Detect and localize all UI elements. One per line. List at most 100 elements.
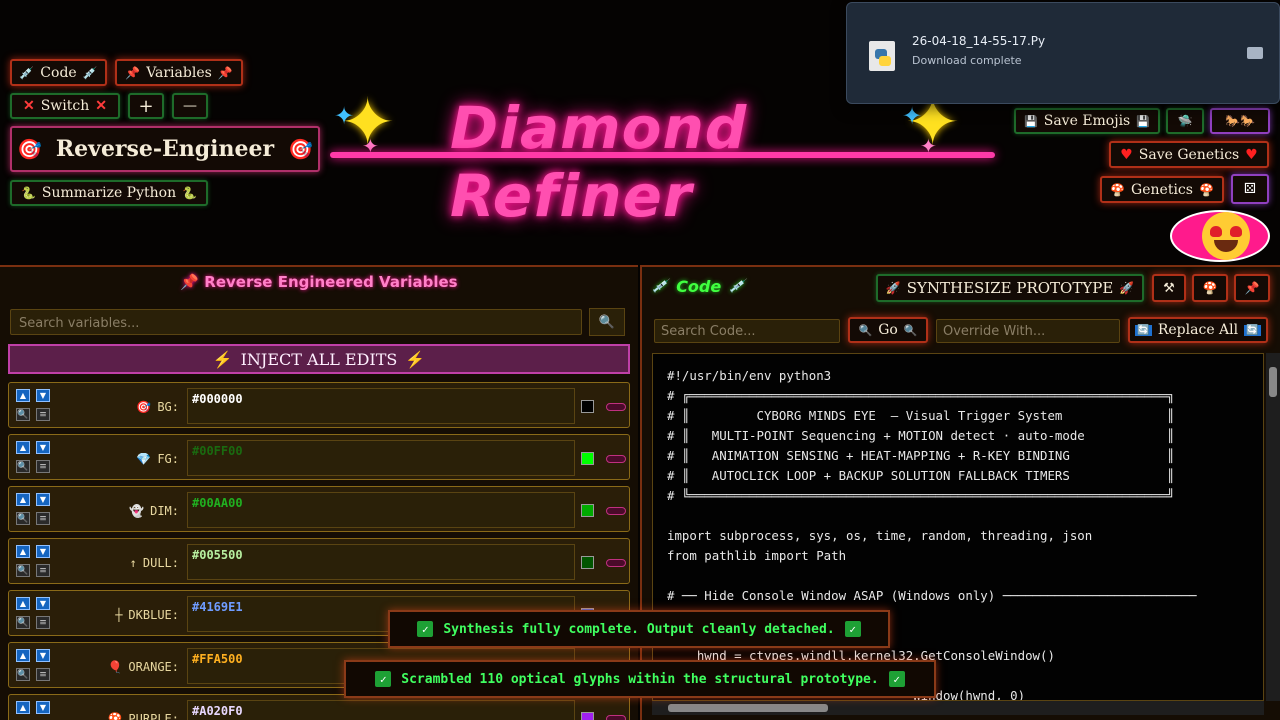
move-up-icon[interactable]: ▲ [16, 701, 30, 714]
scroll-thumb[interactable] [668, 704, 828, 712]
variable-name: BG: [157, 400, 179, 414]
color-swatch[interactable] [581, 712, 594, 720]
variables-panel-header: 📌 Reverse Engineered Variables [0, 273, 638, 291]
toggle-pill[interactable] [606, 403, 626, 411]
variables-tab-button[interactable]: 📌 Variables 📌 [115, 59, 243, 86]
search-icon[interactable]: 🔍 [16, 512, 30, 525]
color-swatch[interactable] [581, 400, 594, 413]
variable-value-input[interactable]: #00FF00 [187, 440, 575, 476]
dice-button[interactable]: ⚄ [1231, 174, 1269, 204]
search-icon[interactable]: 🔍 [16, 616, 30, 629]
diamond-icon: 💎 [136, 452, 152, 466]
snake-icon: 🐍 [20, 186, 36, 200]
variable-row: ▲ ▼ 🔍 ≡ ↑ DULL: #005500 [8, 538, 630, 584]
sparkle-small-icon: ✦ [334, 102, 355, 130]
code-tab-button[interactable]: 💉 Code 💉 [10, 59, 107, 86]
variable-label: 👻 DIM: [129, 504, 179, 518]
color-swatch[interactable] [581, 452, 594, 465]
ghost-icon: 👻 [129, 504, 145, 518]
move-up-icon[interactable]: ▲ [16, 389, 30, 402]
override-input[interactable]: Override With... [936, 319, 1120, 343]
code-search-input[interactable]: Search Code... [654, 319, 840, 343]
reverse-engineer-button[interactable]: 🎯 Reverse-Engineer 🎯 [10, 126, 320, 172]
magnifier-icon: 🔍 [598, 314, 616, 330]
ufo-button[interactable]: 🛸 [1166, 108, 1204, 134]
target-icon: 🎯 [288, 137, 314, 161]
move-up-icon[interactable]: ▲ [16, 649, 30, 662]
move-up-icon[interactable]: ▲ [16, 545, 30, 558]
horse-button[interactable]: 🐎🐎 [1210, 108, 1270, 134]
variable-value-input[interactable]: #00AA00 [187, 492, 575, 528]
toggle-pill[interactable] [606, 455, 626, 463]
move-down-icon[interactable]: ▼ [36, 701, 50, 714]
minus-button[interactable]: — [172, 93, 208, 119]
code-vertical-scrollbar[interactable] [1266, 353, 1280, 701]
heart-eye-left [1210, 226, 1222, 237]
move-down-icon[interactable]: ▼ [36, 441, 50, 454]
code-horizontal-scrollbar[interactable] [652, 701, 1264, 715]
heart-eyes-emoji[interactable] [1170, 210, 1270, 262]
move-up-icon[interactable]: ▲ [16, 441, 30, 454]
floppy-icon: 💾 [1136, 114, 1150, 128]
color-swatch[interactable] [581, 504, 594, 517]
download-notification[interactable]: 26-04-18_14-55-17.Py Download complete [846, 2, 1280, 104]
save-emojis-button[interactable]: 💾 Save Emojis 💾 [1014, 108, 1160, 134]
code-line: # ╔═════════════════════════════════════… [667, 388, 1175, 403]
scroll-thumb[interactable] [1269, 367, 1277, 397]
code-editor[interactable]: #!/usr/bin/env python3 # ╔═══════════════… [652, 353, 1264, 701]
variables-search-button[interactable]: 🔍 [589, 308, 625, 336]
move-down-icon[interactable]: ▼ [36, 649, 50, 662]
synthesize-prototype-button[interactable]: 🚀 SYNTHESIZE PROTOTYPE 🚀 [876, 274, 1144, 302]
inject-all-edits-button[interactable]: ⚡ INJECT ALL EDITS ⚡ [8, 344, 630, 374]
search-icon[interactable]: 🔍 [16, 408, 30, 421]
menu-icon[interactable]: ≡ [36, 512, 50, 525]
lightning-icon: ⚡ [212, 349, 233, 369]
search-icon[interactable]: 🔍 [16, 564, 30, 577]
move-down-icon[interactable]: ▼ [36, 545, 50, 558]
code-line: # ╚═════════════════════════════════════… [667, 488, 1175, 503]
heart-eye-right [1230, 226, 1242, 237]
pin-button[interactable]: 📌 [1234, 274, 1270, 302]
tools-button[interactable]: ⚒ [1152, 274, 1186, 302]
menu-icon[interactable]: ≡ [36, 668, 50, 681]
move-up-icon[interactable]: ▲ [16, 597, 30, 610]
save-genetics-button[interactable]: ♥ Save Genetics ♥ [1109, 141, 1269, 168]
toggle-pill[interactable] [606, 507, 626, 515]
variable-label: 🎯 BG: [136, 400, 179, 414]
cross-icon: ✕ [95, 98, 107, 114]
move-down-icon[interactable]: ▼ [36, 389, 50, 402]
move-down-icon[interactable]: ▼ [36, 597, 50, 610]
menu-icon[interactable]: ≡ [36, 460, 50, 473]
switch-button[interactable]: ✕ Switch ✕ [10, 93, 120, 119]
variable-value-input[interactable]: #000000 [187, 388, 575, 424]
toggle-pill[interactable] [606, 559, 626, 567]
menu-icon[interactable]: ≡ [36, 564, 50, 577]
minus-label: — [183, 98, 197, 114]
genetics-button[interactable]: 🍄 Genetics 🍄 [1100, 176, 1224, 203]
replace-all-button[interactable]: 🔄 Replace All 🔄 [1128, 317, 1268, 343]
syringe-icon: 💉 [729, 279, 746, 294]
reverse-engineer-label: Reverse-Engineer [55, 136, 275, 162]
go-button[interactable]: 🔍 Go 🔍 [848, 317, 928, 343]
menu-icon[interactable]: ≡ [36, 616, 50, 629]
move-down-icon[interactable]: ▼ [36, 493, 50, 506]
plus-button[interactable]: + [128, 93, 164, 119]
toggle-pill[interactable] [606, 715, 626, 720]
color-swatch[interactable] [581, 556, 594, 569]
variable-value-input[interactable]: #005500 [187, 544, 575, 580]
variable-value-input[interactable]: #A020F0 [187, 700, 575, 720]
inject-label: INJECT ALL EDITS [240, 349, 398, 369]
summarize-python-button[interactable]: 🐍 Summarize Python 🐍 [10, 180, 208, 206]
mushroom-button[interactable]: 🍄 [1192, 274, 1228, 302]
search-icon[interactable]: 🔍 [16, 668, 30, 681]
balloon-icon: 🎈 [107, 660, 123, 674]
download-filename[interactable]: 26-04-18_14-55-17.Py [912, 34, 1045, 48]
variables-search-input[interactable]: Search variables... [10, 309, 582, 335]
syringe-icon: 💉 [82, 65, 98, 80]
folder-icon[interactable] [1247, 47, 1263, 59]
search-icon[interactable]: 🔍 [16, 460, 30, 473]
menu-icon[interactable]: ≡ [36, 408, 50, 421]
variable-label: ↑ DULL: [130, 556, 179, 570]
move-up-icon[interactable]: ▲ [16, 493, 30, 506]
